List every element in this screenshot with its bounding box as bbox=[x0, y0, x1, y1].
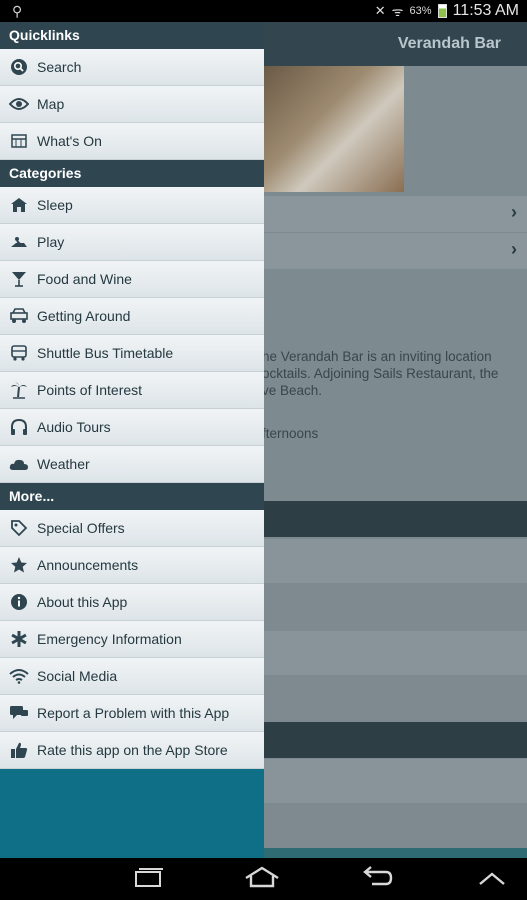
drawer-item-report-a-problem[interactable]: Report a Problem with this App bbox=[0, 695, 264, 732]
drawer-item-social-media[interactable]: Social Media bbox=[0, 658, 264, 695]
footer-strip bbox=[264, 848, 527, 858]
more-header: More... bbox=[0, 483, 264, 510]
list-row[interactable] bbox=[264, 585, 527, 629]
drawer-item-rate-this-app[interactable]: Rate this app on the App Store bbox=[0, 732, 264, 769]
wifi-icon: ᯤ bbox=[391, 4, 404, 19]
clock: 11:53 AM bbox=[452, 2, 519, 19]
drawer-item-label: Weather bbox=[37, 456, 90, 472]
drawer-item-emergency-information[interactable]: Emergency Information bbox=[0, 621, 264, 658]
cocktail-icon bbox=[0, 261, 37, 298]
chat-icon bbox=[0, 695, 37, 732]
search-icon bbox=[0, 49, 37, 86]
list-row[interactable] bbox=[264, 631, 527, 675]
bus-icon bbox=[0, 335, 37, 372]
drawer-item-label: Food and Wine bbox=[37, 271, 132, 287]
medical-icon bbox=[0, 621, 37, 658]
back-icon[interactable] bbox=[362, 866, 394, 894]
drawer-item-label: Search bbox=[37, 59, 82, 75]
recent-apps-icon[interactable] bbox=[132, 866, 164, 894]
drawer-item-points-of-interest[interactable]: Points of Interest bbox=[0, 372, 264, 409]
drawer-item-label: Getting Around bbox=[37, 308, 131, 324]
chevron-up-icon[interactable] bbox=[478, 866, 506, 892]
drawer-item-weather[interactable]: Weather bbox=[0, 446, 264, 483]
drawer-item-search[interactable]: Search bbox=[0, 49, 264, 86]
section-band bbox=[264, 501, 527, 537]
drawer-item-play[interactable]: Play bbox=[0, 224, 264, 261]
drawer-item-label: Announcements bbox=[37, 557, 139, 573]
headphones-icon bbox=[0, 409, 37, 446]
battery-icon bbox=[437, 4, 447, 18]
drawer-item-label: Play bbox=[37, 234, 65, 250]
tag-icon bbox=[0, 510, 37, 547]
info-icon bbox=[0, 584, 37, 621]
navigation-drawer: Quicklinks Search Map What's On Categori… bbox=[0, 22, 264, 858]
drawer-item-about-this-app[interactable]: About this App bbox=[0, 584, 264, 621]
star-icon bbox=[0, 547, 37, 584]
wifi-icon bbox=[0, 658, 37, 695]
drawer-item-label: Audio Tours bbox=[37, 419, 111, 435]
drawer-item-label: What's On bbox=[37, 133, 102, 149]
drawer-item-label: Report a Problem with this App bbox=[37, 705, 230, 721]
cloud-icon bbox=[0, 446, 37, 483]
status-bar: ⚲ ✕ ᯤ 63% 11:53 AM bbox=[0, 0, 527, 22]
cart-icon bbox=[0, 298, 37, 335]
section-band bbox=[264, 722, 527, 758]
system-nav-bar bbox=[0, 858, 527, 900]
drawer-item-label: Social Media bbox=[37, 668, 118, 684]
drawer-item-label: About this App bbox=[37, 594, 128, 610]
list-row[interactable] bbox=[264, 805, 527, 849]
eye-icon bbox=[0, 86, 37, 123]
house-icon bbox=[0, 187, 37, 224]
mute-icon: ✕ bbox=[374, 3, 386, 18]
hours-text: fternoons bbox=[262, 426, 319, 441]
list-row[interactable] bbox=[264, 677, 527, 721]
drawer-item-sleep[interactable]: Sleep bbox=[0, 187, 264, 224]
list-row[interactable] bbox=[264, 759, 527, 803]
drawer-item-label: Special Offers bbox=[37, 520, 125, 536]
categories-header: Categories bbox=[0, 160, 264, 187]
drawer-item-label: Rate this app on the App Store bbox=[37, 742, 228, 758]
drawer-item-label: Emergency Information bbox=[37, 631, 182, 647]
detail-row[interactable]: › bbox=[264, 233, 527, 269]
palm-icon bbox=[0, 372, 37, 409]
drawer-item-getting-around[interactable]: Getting Around bbox=[0, 298, 264, 335]
chevron-right-icon: › bbox=[511, 239, 517, 259]
battery-percent: 63% bbox=[409, 5, 432, 17]
page-title: Verandah Bar bbox=[397, 35, 501, 52]
description-text: he Verandah Bar is an inviting location … bbox=[262, 349, 499, 398]
quicklinks-header: Quicklinks bbox=[0, 22, 264, 49]
venue-photo bbox=[264, 66, 404, 192]
jetski-icon bbox=[0, 224, 37, 261]
drawer-item-announcements[interactable]: Announcements bbox=[0, 547, 264, 584]
home-icon[interactable] bbox=[244, 866, 280, 894]
usb-icon: ⚲ bbox=[12, 3, 23, 19]
drawer-item-label: Points of Interest bbox=[37, 382, 143, 398]
list-row[interactable] bbox=[264, 539, 527, 583]
drawer-item-special-offers[interactable]: Special Offers bbox=[0, 510, 264, 547]
chevron-right-icon: › bbox=[511, 202, 517, 222]
drawer-item-audio-tours[interactable]: Audio Tours bbox=[0, 409, 264, 446]
drawer-item-map[interactable]: Map bbox=[0, 86, 264, 123]
drawer-item-food-and-wine[interactable]: Food and Wine bbox=[0, 261, 264, 298]
calendar-icon bbox=[0, 123, 37, 160]
drawer-item-label: Shuttle Bus Timetable bbox=[37, 345, 174, 361]
thumbs-up-icon bbox=[0, 732, 37, 769]
drawer-item-shuttle-bus-timetable[interactable]: Shuttle Bus Timetable bbox=[0, 335, 264, 372]
drawer-item-whats-on[interactable]: What's On bbox=[0, 123, 264, 160]
detail-row[interactable]: › bbox=[264, 196, 527, 232]
drawer-item-label: Sleep bbox=[37, 197, 73, 213]
drawer-item-label: Map bbox=[37, 96, 65, 112]
